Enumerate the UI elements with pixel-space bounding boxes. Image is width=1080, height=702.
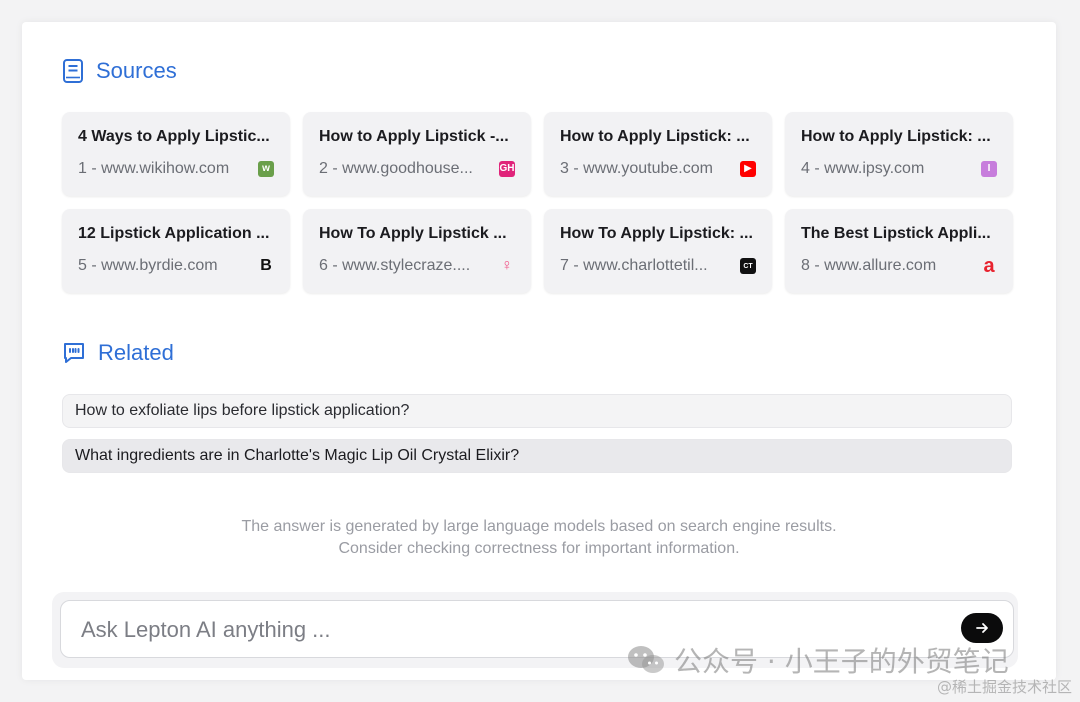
source-url: 3 - www.youtube.com xyxy=(560,160,713,177)
source-url: 2 - www.goodhouse... xyxy=(319,160,473,177)
sources-grid: 4 Ways to Apply Lipstic... 1 - www.wikiho… xyxy=(62,112,1013,293)
source-card[interactable]: 4 Ways to Apply Lipstic... 1 - www.wikiho… xyxy=(62,112,290,196)
source-meta: 7 - www.charlottetil... CT xyxy=(560,256,756,276)
source-title: How to Apply Lipstick: ... xyxy=(560,128,750,145)
source-url: 1 - www.wikihow.com xyxy=(78,160,230,177)
wechat-icon xyxy=(628,646,664,673)
source-meta: 6 - www.stylecraze.... ♀ xyxy=(319,256,515,276)
arrow-right-icon xyxy=(976,623,988,633)
byrdie-icon: B xyxy=(260,257,272,274)
source-url: 7 - www.charlottetil... xyxy=(560,257,708,274)
source-url: 5 - www.byrdie.com xyxy=(78,257,218,274)
source-title: 12 Lipstick Application ... xyxy=(78,225,270,242)
site-watermark: @稀土掘金技术社区 xyxy=(936,678,1072,696)
source-card[interactable]: How to Apply Lipstick: ... 3 - www.youtub… xyxy=(544,112,772,196)
disclaimer-line: The answer is generated by large languag… xyxy=(241,518,837,535)
source-title: How to Apply Lipstick: ... xyxy=(801,128,991,145)
youtube-icon: ▶ xyxy=(740,161,756,177)
sources-header: Sources xyxy=(62,58,177,84)
watermark-text: 公众号 · 小王子的外贸笔记 xyxy=(674,645,1009,678)
source-meta: 3 - www.youtube.com ▶ xyxy=(560,159,756,179)
source-meta: 2 - www.goodhouse... GH xyxy=(319,159,515,179)
source-title: How To Apply Lipstick: ... xyxy=(560,225,753,242)
chat-quote-icon xyxy=(64,343,84,363)
source-title: The Best Lipstick Appli... xyxy=(801,225,991,242)
source-card[interactable]: The Best Lipstick Appli... 8 - www.allure… xyxy=(785,209,1013,293)
source-title: How To Apply Lipstick ... xyxy=(319,225,507,242)
ipsy-icon: I xyxy=(981,161,997,177)
answer-panel: Sources 4 Ways to Apply Lipstic... 1 - ww… xyxy=(22,22,1056,680)
stylecraze-icon: ♀ xyxy=(501,257,513,274)
source-card[interactable]: How to Apply Lipstick -... 2 - www.goodho… xyxy=(303,112,531,196)
source-card[interactable]: How To Apply Lipstick: ... 7 - www.charlo… xyxy=(544,209,772,293)
watermark: 公众号 · 小王子的外贸笔记 xyxy=(626,640,1009,680)
source-meta: 8 - www.allure.com a xyxy=(801,256,997,276)
source-url: 4 - www.ipsy.com xyxy=(801,160,925,177)
source-url: 6 - www.stylecraze.... xyxy=(319,257,471,274)
related-question[interactable]: How to exfoliate lips before lipstick ap… xyxy=(62,394,1012,428)
related-question[interactable]: What ingredients are in Charlotte's Magi… xyxy=(62,439,1012,473)
source-title: 4 Ways to Apply Lipstic... xyxy=(78,128,270,145)
sources-heading: Sources xyxy=(96,58,177,83)
allure-icon: a xyxy=(983,255,995,277)
related-list: How to exfoliate lips before lipstick ap… xyxy=(62,394,1012,484)
source-title: How to Apply Lipstick -... xyxy=(319,128,509,145)
related-header: Related xyxy=(62,340,174,366)
goodhousekeeping-icon: GH xyxy=(499,161,515,177)
source-meta: 5 - www.byrdie.com B xyxy=(78,256,274,276)
source-meta: 4 - www.ipsy.com I xyxy=(801,159,997,179)
charlottetilbury-icon: CT xyxy=(740,258,756,274)
send-button[interactable] xyxy=(961,613,1003,643)
document-icon xyxy=(63,59,83,83)
source-card[interactable]: How To Apply Lipstick ... 6 - www.stylecr… xyxy=(303,209,531,293)
related-heading: Related xyxy=(98,340,174,365)
wikihow-icon: w xyxy=(258,161,274,177)
disclaimer-line: Consider checking correctness for import… xyxy=(338,540,740,557)
source-card[interactable]: 12 Lipstick Application ... 5 - www.byrdi… xyxy=(62,209,290,293)
source-url: 8 - www.allure.com xyxy=(801,257,937,274)
disclaimer: The answer is generated by large languag… xyxy=(22,516,1056,560)
source-meta: 1 - www.wikihow.com w xyxy=(78,159,274,179)
source-card[interactable]: How to Apply Lipstick: ... 4 - www.ipsy.c… xyxy=(785,112,1013,196)
